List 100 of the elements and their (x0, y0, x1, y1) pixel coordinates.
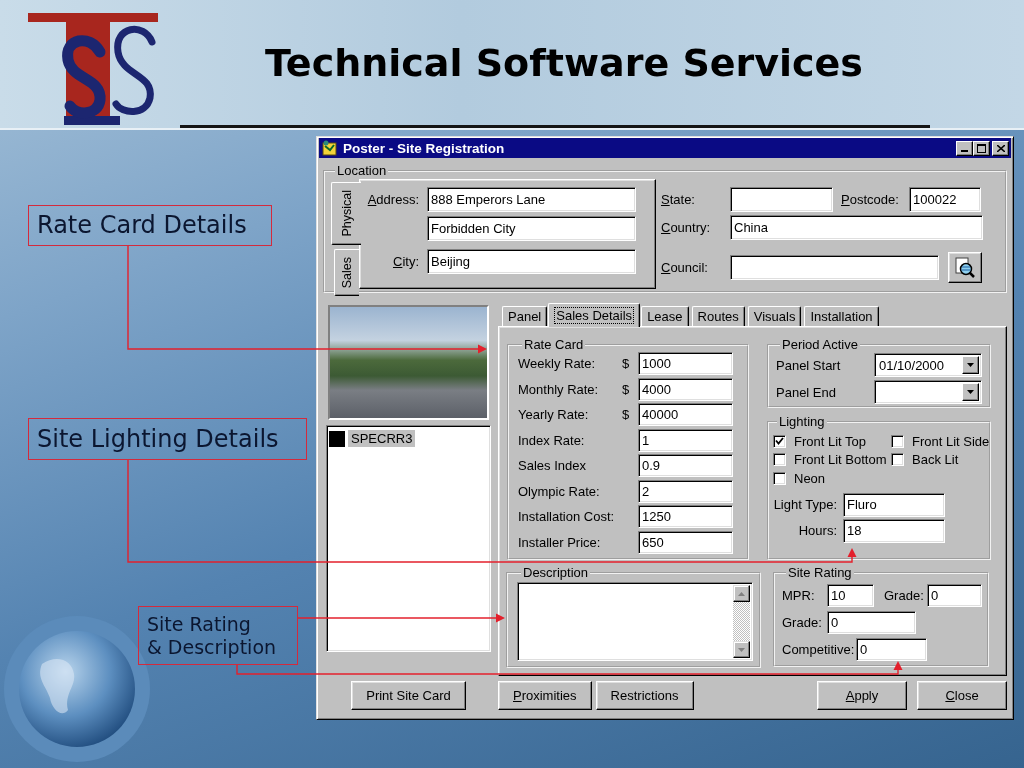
checkbox[interactable] (773, 434, 786, 448)
checkbox[interactable] (891, 453, 904, 467)
rate-label: Yearly Rate: (518, 407, 590, 422)
tab[interactable]: Installation (804, 306, 879, 326)
rate-label: Index Rate: (518, 432, 586, 448)
currency-symbol: $ (622, 407, 631, 422)
print-button[interactable]: Print Site Card (351, 681, 466, 710)
dialog-button[interactable]: Apply (817, 681, 907, 710)
grade-field[interactable]: 0 (827, 611, 916, 634)
rate-field[interactable]: 40000 (638, 403, 733, 426)
rate-field[interactable]: 2 (638, 479, 733, 503)
dialog-button[interactable]: Restrictions (595, 681, 694, 710)
council-label: Council: (661, 260, 709, 275)
date-combobox[interactable]: 01/10/2000 (874, 353, 982, 377)
grade-label: Grade: (884, 588, 925, 603)
postcode-label: Postcode: (841, 192, 900, 207)
competitive-field[interactable]: 0 (856, 638, 927, 661)
arrow-down-icon (738, 647, 745, 652)
maximize-icon (977, 143, 986, 153)
checkbox-label: Neon (794, 470, 826, 486)
side-tab[interactable]: Physical (331, 182, 361, 245)
competitive-label: Competitive: (782, 642, 856, 657)
scroll-down-button[interactable] (733, 641, 750, 658)
logo-icon (28, 12, 160, 126)
maximize-button[interactable] (973, 140, 990, 156)
hours-field[interactable]: 18 (843, 518, 945, 543)
mpr-field[interactable]: 10 (827, 584, 874, 607)
address-field[interactable]: 888 Emperors Lane (427, 187, 636, 212)
checkbox[interactable] (773, 471, 786, 485)
rate-field[interactable]: 1 (638, 428, 733, 452)
mpr-label: MPR: (782, 588, 816, 603)
tab[interactable]: Lease (641, 306, 689, 326)
dialog-button[interactable]: Proximities (498, 681, 592, 710)
swatch-icon (329, 430, 345, 447)
search-button[interactable] (948, 252, 982, 283)
search-icon (954, 256, 976, 279)
state-field[interactable] (730, 187, 833, 212)
group-label: Description (522, 565, 590, 580)
grade-label: Grade: (782, 615, 823, 630)
minimize-button[interactable] (956, 140, 973, 156)
rate-label: Weekly Rate: (518, 356, 597, 371)
tab[interactable]: Routes (691, 306, 745, 326)
city-label: City: (392, 254, 420, 269)
currency-symbol: $ (622, 356, 631, 371)
slide-title: Technical Software Services (265, 40, 863, 85)
group-label: Site Rating (787, 565, 853, 580)
date-combobox[interactable] (874, 380, 982, 404)
close-button[interactable] (992, 140, 1009, 156)
rate-label: Sales Index (518, 458, 587, 473)
rate-field[interactable]: 1250 (638, 505, 733, 528)
tab[interactable]: Panel (502, 306, 548, 326)
date-label: Panel Start (776, 357, 842, 373)
side-tab[interactable]: Sales (334, 248, 359, 296)
callout-label: Site Rating & Description (138, 606, 298, 665)
callout-label: Site Lighting Details (28, 418, 307, 460)
city-field[interactable]: Beijing (427, 249, 636, 274)
rate-field[interactable]: 650 (638, 530, 733, 554)
currency-symbol: $ (622, 381, 631, 397)
postcode-field[interactable]: 100022 (909, 187, 981, 212)
country-label: Country: (661, 220, 712, 235)
rate-field[interactable]: 4000 (638, 377, 733, 401)
scroll-up-button[interactable] (733, 585, 750, 602)
caret-icon (967, 390, 974, 394)
group-label: Lighting (778, 414, 826, 429)
rate-field[interactable]: 0.9 (638, 454, 733, 477)
checkbox[interactable] (891, 434, 904, 448)
description-field[interactable] (517, 582, 753, 661)
country-field[interactable]: China (730, 215, 983, 240)
date-label: Panel End (776, 384, 837, 400)
checkbox[interactable] (773, 453, 786, 467)
group-label: Period Active (781, 337, 859, 352)
dialog-button[interactable]: Close (917, 681, 1007, 710)
dropdown-button[interactable] (962, 383, 979, 401)
rate-label: Olympic Rate: (518, 483, 601, 499)
dropdown-button[interactable] (962, 356, 979, 374)
caret-icon (967, 363, 974, 367)
checkbox-label: Front Lit Bottom (794, 452, 887, 468)
tab[interactable]: Sales Details (548, 303, 641, 327)
hours-label: Hours: (797, 523, 838, 538)
council-field[interactable] (730, 255, 939, 280)
app-icon (322, 140, 338, 156)
checkbox-label: Front Lit Top (794, 433, 867, 449)
list-item[interactable]: SPECRR3 (348, 430, 416, 447)
rate-label: Monthly Rate: (518, 381, 600, 397)
tab[interactable]: Visuals (747, 306, 802, 326)
callout-label: Rate Card Details (28, 205, 272, 246)
rate-label: Installation Cost: (518, 509, 616, 524)
address-field[interactable]: Forbidden City (427, 216, 636, 241)
arrow-up-icon (738, 591, 745, 596)
group-label: Rate Card (523, 337, 585, 352)
address-label: Address: (367, 192, 420, 207)
checkbox-label: Front Lit Side (912, 433, 990, 449)
grade-field[interactable]: 0 (927, 584, 982, 607)
checkbox-label: Back Lit (912, 452, 959, 468)
light-type-field[interactable]: Fluro (843, 492, 945, 517)
state-label: State: (661, 192, 696, 207)
rate-field[interactable]: 1000 (638, 352, 733, 375)
window-title: Poster - Site Registration (343, 140, 506, 156)
light-type-label: Light Type: (772, 497, 838, 512)
close-icon (996, 144, 1005, 152)
